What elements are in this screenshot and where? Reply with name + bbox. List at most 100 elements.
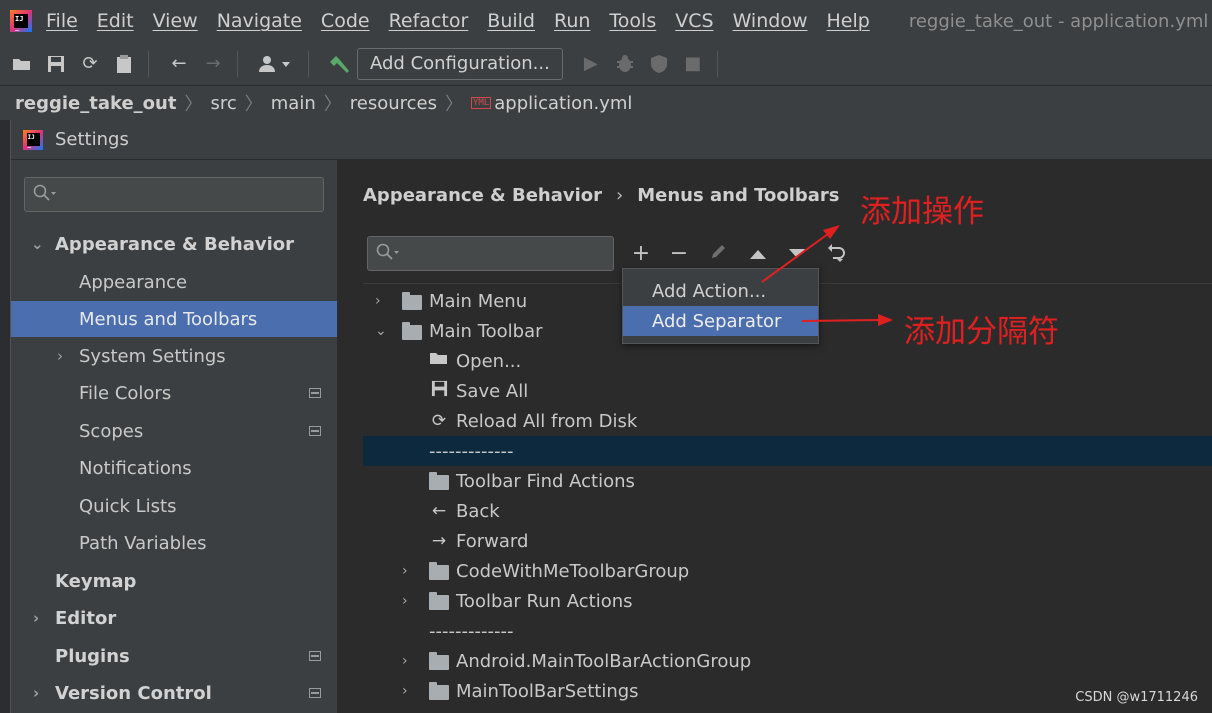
chevron-right-icon: › — [616, 185, 624, 206]
breadcrumb-main[interactable]: main — [271, 93, 316, 114]
sidebar-item-label: Quick Lists — [79, 495, 177, 517]
chevron-right-icon[interactable]: › — [33, 684, 39, 702]
sidebar-item-appearance-behavior[interactable]: ⌄ Appearance & Behavior — [11, 226, 337, 262]
tree-node-label: MainToolBarSettings — [456, 680, 639, 702]
sidebar-item-label: Notifications — [79, 457, 192, 479]
sidebar-item-file-colors[interactable]: File Colors — [11, 375, 337, 411]
menu-build[interactable]: Build — [487, 10, 535, 32]
chevron-right-icon[interactable]: › — [402, 653, 408, 669]
remove-icon[interactable]: − — [667, 242, 691, 266]
chevron-right-icon: 〉 — [323, 94, 342, 115]
actions-filter-input[interactable] — [367, 236, 614, 271]
menu-view[interactable]: View — [153, 10, 198, 32]
user-dropdown-icon[interactable] — [256, 52, 296, 76]
intellij-logo-icon: IJ _ — [23, 129, 43, 150]
menu-run[interactable]: Run — [554, 10, 590, 32]
main-toolbar: ⟳ ← → Add Configuration... ▶ ■ — [0, 42, 1212, 86]
build-hammer-icon[interactable] — [327, 52, 351, 76]
sidebar-item-quick-lists[interactable]: Quick Lists — [11, 488, 337, 524]
tree-node-label: Main Menu — [429, 290, 528, 312]
project-level-icon — [309, 426, 321, 436]
tree-node-open[interactable]: Open... — [363, 346, 1212, 376]
sidebar-item-label: File Colors — [79, 382, 172, 404]
tree-node-separator[interactable]: ------------- — [363, 616, 1212, 646]
edit-pencil-icon[interactable] — [707, 242, 731, 266]
navigation-bar: reggie_take_out 〉 src 〉 main 〉 resources… — [0, 86, 1212, 120]
tree-node-codewithme-group[interactable]: › CodeWithMeToolbarGroup — [363, 556, 1212, 586]
chevron-down-icon[interactable]: ⌄ — [375, 323, 387, 339]
debug-bug-icon[interactable] — [613, 52, 637, 76]
menu-tools[interactable]: Tools — [609, 10, 656, 32]
coverage-shield-icon[interactable] — [647, 52, 671, 76]
breadcrumb-project[interactable]: reggie_take_out — [15, 93, 176, 114]
annotation-add-separator: 添加分隔符 — [904, 314, 1059, 350]
breadcrumb-appearance-behavior[interactable]: Appearance & Behavior — [363, 185, 602, 206]
back-arrow-icon: ← — [431, 501, 447, 521]
menu-help[interactable]: Help — [826, 10, 869, 32]
move-up-icon[interactable] — [746, 242, 770, 266]
sidebar-item-plugins[interactable]: Plugins — [11, 638, 337, 674]
chevron-right-icon[interactable]: › — [402, 593, 408, 609]
add-icon[interactable]: + — [629, 242, 653, 266]
sidebar-item-editor[interactable]: › Editor — [11, 600, 337, 636]
add-configuration-button[interactable]: Add Configuration... — [357, 47, 563, 80]
breadcrumb-resources[interactable]: resources — [350, 93, 437, 114]
menu-window[interactable]: Window — [733, 10, 808, 32]
project-level-icon — [309, 388, 321, 398]
folder-icon — [429, 562, 449, 580]
sidebar-item-system-settings[interactable]: › System Settings — [11, 338, 337, 374]
sidebar-item-version-control[interactable]: › Version Control — [11, 675, 337, 711]
sync-icon[interactable]: ⟳ — [78, 52, 102, 76]
tree-node-separator[interactable]: ------------- — [363, 436, 1212, 466]
tree-node-save-all[interactable]: Save All — [363, 376, 1212, 406]
sidebar-item-appearance[interactable]: Appearance — [11, 264, 337, 300]
chevron-right-icon[interactable]: › — [402, 563, 408, 579]
tree-node-toolbar-find-actions[interactable]: Toolbar Find Actions — [363, 466, 1212, 496]
project-level-icon — [309, 651, 321, 661]
tree-node-reload-all[interactable]: ⟳ Reload All from Disk — [363, 406, 1212, 436]
menu-navigate[interactable]: Navigate — [217, 10, 302, 32]
stop-icon[interactable]: ■ — [681, 52, 705, 76]
sidebar-item-keymap[interactable]: Keymap — [11, 563, 337, 599]
chevron-right-icon[interactable]: › — [402, 683, 408, 699]
sidebar-item-scopes[interactable]: Scopes — [11, 413, 337, 449]
menu-vcs[interactable]: VCS — [675, 10, 713, 32]
tree-node-label: Main Toolbar — [429, 320, 543, 342]
project-level-icon — [309, 688, 321, 698]
clipboard-icon[interactable] — [112, 52, 136, 76]
sidebar-item-path-variables[interactable]: Path Variables — [11, 525, 337, 561]
search-icon — [33, 184, 57, 207]
open-folder-icon[interactable] — [10, 52, 34, 76]
back-arrow-icon[interactable]: ← — [167, 52, 191, 76]
chevron-right-icon[interactable]: › — [57, 347, 63, 365]
sidebar-item-label: Appearance & Behavior — [55, 233, 295, 255]
restore-icon[interactable] — [824, 242, 848, 270]
forward-arrow-icon: → — [431, 531, 447, 551]
tree-node-android-main-toolbar[interactable]: › Android.MainToolBarActionGroup — [363, 646, 1212, 676]
move-down-icon[interactable] — [785, 242, 809, 266]
save-icon — [429, 380, 449, 402]
popup-add-separator[interactable]: Add Separator — [623, 306, 818, 336]
chevron-down-icon[interactable]: ⌄ — [31, 235, 44, 253]
tree-node-label: CodeWithMeToolbarGroup — [456, 560, 690, 582]
menu-refactor[interactable]: Refactor — [389, 10, 469, 32]
chevron-right-icon[interactable]: › — [33, 609, 39, 627]
menu-edit[interactable]: Edit — [97, 10, 134, 32]
tree-node-toolbar-run-actions[interactable]: › Toolbar Run Actions — [363, 586, 1212, 616]
menu-file[interactable]: File — [46, 10, 78, 32]
forward-arrow-icon[interactable]: → — [201, 52, 225, 76]
run-icon[interactable]: ▶ — [579, 52, 603, 76]
tree-node-back[interactable]: ← Back — [363, 496, 1212, 526]
breadcrumb-file[interactable]: application.yml — [494, 93, 632, 114]
sidebar-item-notifications[interactable]: Notifications — [11, 450, 337, 486]
popup-add-action[interactable]: Add Action... — [623, 276, 818, 306]
tree-node-forward[interactable]: → Forward — [363, 526, 1212, 556]
sidebar-item-menus-and-toolbars[interactable]: Menus and Toolbars — [11, 301, 337, 337]
settings-search-input[interactable] — [24, 177, 324, 212]
menu-code[interactable]: Code — [321, 10, 370, 32]
sidebar-item-label: Editor — [55, 607, 117, 629]
intellij-logo-icon: IJ _ — [10, 10, 32, 32]
breadcrumb-src[interactable]: src — [210, 93, 236, 114]
save-all-icon[interactable] — [44, 52, 68, 76]
chevron-right-icon[interactable]: › — [375, 293, 381, 309]
